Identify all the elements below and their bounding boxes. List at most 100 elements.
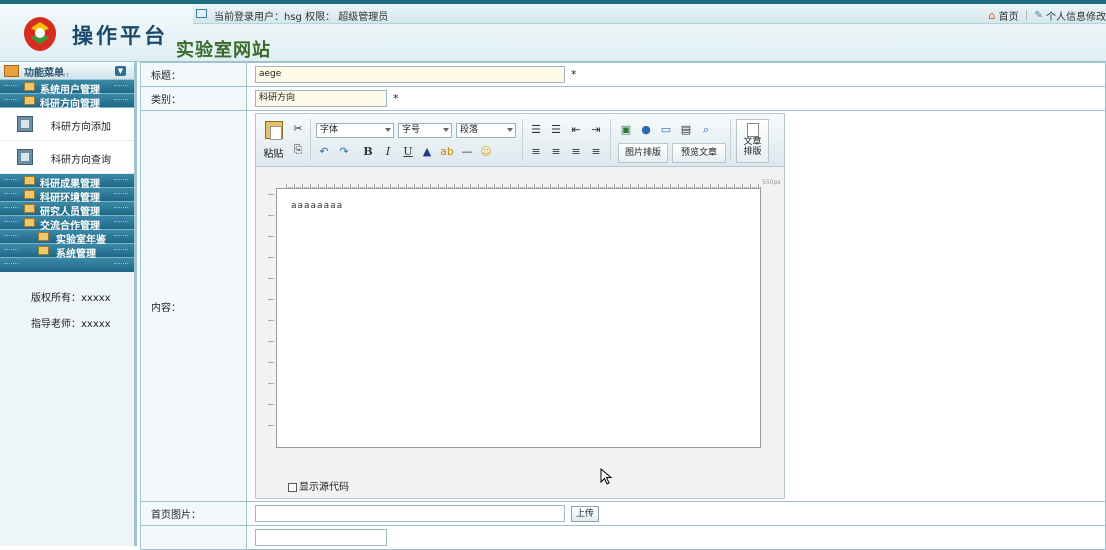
article-layout-button[interactable]: 文章 排版 — [736, 119, 769, 163]
mouse-cursor-icon — [600, 468, 614, 486]
ordered-list-icon[interactable]: ☰ — [528, 122, 544, 138]
sidebar-item-system-management[interactable]: 系统管理 — [0, 244, 134, 258]
template-icon[interactable]: ▤ — [678, 122, 694, 138]
ruler-tick — [566, 184, 567, 187]
ruler-tick — [462, 184, 463, 187]
image-layout-button[interactable]: 图片排版 — [618, 143, 668, 163]
menu-collapse-icon[interactable]: ▼ — [115, 66, 126, 76]
ruler-tick — [268, 236, 274, 237]
logo-text: 操作平台 — [72, 20, 168, 50]
unordered-list-icon[interactable]: ☰ — [548, 122, 564, 138]
sidebar-item-research-environment[interactable]: 科研环境管理 — [0, 188, 134, 202]
document-icon — [747, 123, 759, 137]
font-size-select[interactable]: 字号 — [398, 123, 452, 138]
ruler-tick — [268, 341, 274, 342]
redo-icon[interactable]: ↷ — [336, 144, 352, 160]
form-row-content: 内容： 粘贴 ✂ ⎘ 字体 字号 段落 ↶ — [141, 111, 1106, 502]
ruler-tick — [350, 184, 351, 187]
paste-button[interactable]: 粘贴 — [261, 119, 286, 163]
category-input[interactable]: 科研方向 — [255, 90, 387, 107]
checkbox-icon — [288, 483, 297, 492]
ruler-tick — [486, 184, 487, 187]
horizontal-rule-icon[interactable]: — — [459, 144, 475, 160]
link-icon[interactable]: ● — [638, 122, 654, 138]
emoticon-icon[interactable]: ☺ — [478, 144, 494, 160]
italic-icon[interactable]: I — [380, 144, 396, 160]
ruler-tick — [268, 425, 274, 426]
image-path-input[interactable] — [255, 505, 565, 522]
sidebar-item-research-results[interactable]: 科研成果管理 — [0, 174, 134, 188]
profile-icon[interactable]: ✎ — [1034, 10, 1042, 21]
underline-icon[interactable]: U — [400, 144, 416, 160]
align-left-icon[interactable]: ≡ — [528, 144, 544, 160]
align-right-icon[interactable]: ≡ — [568, 144, 584, 160]
cut-icon[interactable]: ✂ — [290, 121, 306, 137]
upload-button[interactable]: 上传 — [571, 506, 599, 522]
home-icon[interactable]: ⌂ — [989, 9, 996, 22]
menu-icon — [4, 65, 19, 77]
image-icon[interactable]: ▣ — [618, 122, 634, 138]
document-add-icon — [17, 116, 33, 132]
search-icon[interactable]: ⌕ — [698, 122, 714, 138]
ruler-tick — [598, 184, 599, 187]
highlight-icon[interactable]: ab — [439, 144, 455, 160]
preview-article-button[interactable]: 预览文章 — [672, 143, 726, 163]
ruler-tick — [694, 184, 695, 187]
bold-icon[interactable]: B — [360, 144, 376, 160]
sidebar-info: 版权所有：xxxxx 指导老师：xxxxx — [0, 272, 134, 338]
ruler-tick — [286, 184, 287, 187]
copy-icon[interactable]: ⎘ — [290, 142, 306, 158]
paragraph-select[interactable]: 段落 — [456, 123, 516, 138]
home-link[interactable]: 首页 — [999, 8, 1019, 23]
profile-link[interactable]: 个人信息修改 — [1046, 8, 1106, 23]
ruler-tick — [630, 184, 631, 187]
outdent-icon[interactable]: ⇤ — [568, 122, 584, 138]
ruler-tick — [406, 184, 407, 187]
ruler-tick — [478, 184, 479, 187]
copyright-text: 版权所有：xxxxx — [31, 286, 134, 312]
title-input[interactable]: aege — [255, 66, 565, 83]
ruler-tick — [742, 184, 743, 187]
font-color-icon[interactable]: ▲ — [419, 144, 435, 160]
chevron-down-icon — [385, 128, 391, 132]
ruler-tick — [470, 184, 471, 187]
submenu-item-query-direction[interactable]: 科研方向查询 — [0, 141, 134, 174]
form-row-category: 类别： 科研方向* — [141, 87, 1106, 111]
ruler-tick — [702, 184, 703, 187]
ruler-tick — [654, 184, 655, 187]
ruler-tick — [638, 184, 639, 187]
ruler-tick — [390, 184, 391, 187]
ruler-tick — [558, 184, 559, 187]
font-family-select[interactable]: 字体 — [316, 123, 394, 138]
sidebar-item-system-users[interactable]: 系统用户管理 — [0, 80, 134, 94]
ruler-tick — [342, 184, 343, 187]
user-info-icon — [196, 9, 207, 18]
undo-icon[interactable]: ↶ — [316, 144, 332, 160]
link-separator: | — [1025, 10, 1028, 21]
ruler-tick — [526, 184, 527, 187]
user-info-bar: 当前登录用户：hsg 权限： 超级管理员 ⌂ 首页 | ✎ 个人信息修改 — [193, 4, 1106, 24]
align-center-icon[interactable]: ≡ — [548, 144, 564, 160]
submenu-item-add-direction[interactable]: 科研方向添加 — [0, 108, 134, 141]
ruler-tick — [326, 184, 327, 187]
folder-icon — [24, 204, 35, 213]
next-field-input[interactable] — [255, 529, 387, 546]
ruler-tick — [718, 184, 719, 187]
align-justify-icon[interactable]: ≡ — [588, 144, 604, 160]
sidebar-item-yearbook[interactable]: 实验室年鉴 — [0, 230, 134, 244]
editor-canvas[interactable]: aaaaaaaa — [276, 188, 761, 448]
sidebar-item-researchers[interactable]: 研究人员管理 — [0, 202, 134, 216]
document-search-icon — [17, 149, 33, 165]
sidebar-footer-bar — [0, 258, 134, 272]
ruler-tick — [268, 278, 274, 279]
table-icon[interactable]: ▭ — [658, 122, 674, 138]
ruler-tick — [268, 383, 274, 384]
sidebar-item-research-direction[interactable]: 科研方向管理 — [0, 94, 134, 108]
editor-content-text: aaaaaaaa — [291, 201, 343, 211]
ruler-tick — [268, 320, 274, 321]
show-source-checkbox[interactable]: 显示源代码 — [288, 478, 349, 493]
indent-icon[interactable]: ⇥ — [588, 122, 604, 138]
ruler-tick — [518, 184, 519, 187]
sidebar-item-cooperation[interactable]: 交流合作管理 — [0, 216, 134, 230]
folder-icon — [38, 246, 49, 255]
